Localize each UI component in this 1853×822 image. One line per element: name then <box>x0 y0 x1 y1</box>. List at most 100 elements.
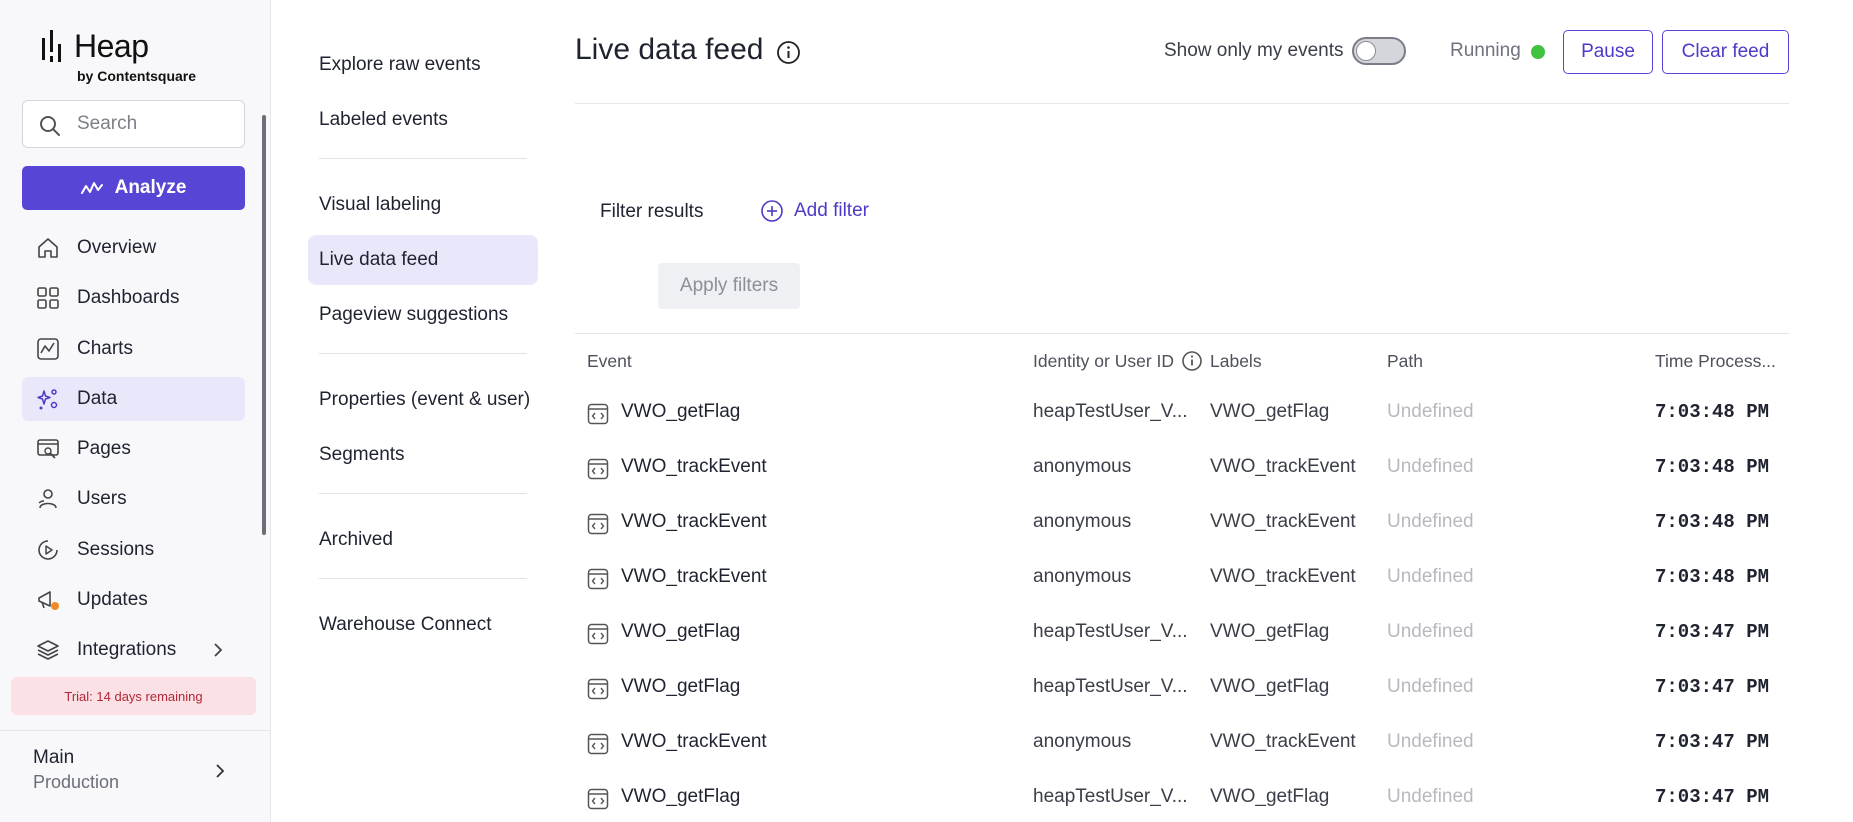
time-processed-value: 7:03:47 PM <box>1655 731 1770 753</box>
sidebar-item-label: Pages <box>77 438 131 460</box>
environment-switcher[interactable]: Main Production <box>0 730 270 822</box>
trial-text: Trial: 14 days remaining <box>64 688 203 704</box>
subnav-item-live-data-feed[interactable]: Live data feed <box>308 235 538 285</box>
plus-circle-icon <box>761 200 783 222</box>
pages-icon <box>37 439 59 459</box>
sidebar-item-integrations[interactable]: Integrations <box>22 628 245 672</box>
column-header-labels[interactable]: Labels <box>1210 351 1262 372</box>
sidebar-scrollbar[interactable] <box>262 115 266 535</box>
sidebar-item-label: Sessions <box>77 538 155 560</box>
column-header-event[interactable]: Event <box>587 351 632 372</box>
table-row[interactable]: VWO_trackEvent anonymous VWO_trackEvent Und… <box>575 496 1789 551</box>
users-icon <box>38 489 57 509</box>
search-box[interactable] <box>22 100 245 148</box>
clear-feed-button[interactable]: Clear feed <box>1662 30 1789 74</box>
column-header-time-processed[interactable]: Time Process... <box>1655 351 1776 372</box>
subnav-item-properties[interactable]: Properties (event & user) <box>308 375 538 425</box>
sidebar-item-pages[interactable]: Pages <box>22 427 245 471</box>
trial-banner[interactable]: Trial: 14 days remaining <box>11 677 256 715</box>
subnav-item-explore-raw-events[interactable]: Explore raw events <box>308 40 538 90</box>
add-filter-button[interactable]: Add filter <box>760 199 869 223</box>
event-name[interactable]: VWO_trackEvent <box>621 566 767 588</box>
search-input[interactable] <box>77 101 237 147</box>
label-value: VWO_trackEvent <box>1210 456 1356 477</box>
time-processed-value: 7:03:48 PM <box>1655 566 1770 588</box>
home-icon <box>38 238 58 258</box>
table-row[interactable]: VWO_trackEvent anonymous VWO_trackEvent Und… <box>575 441 1789 496</box>
column-header-path[interactable]: Path <box>1387 351 1423 372</box>
table-row[interactable]: VWO_getFlag heapTestUser_V... VWO_getFlag U… <box>575 661 1789 716</box>
event-name[interactable]: VWO_trackEvent <box>621 511 767 533</box>
subnav-item-archived[interactable]: Archived <box>308 515 538 565</box>
code-event-icon <box>587 458 609 480</box>
sidebar-item-sessions[interactable]: Sessions <box>22 528 245 572</box>
sidebar-item-overview[interactable]: Overview <box>22 226 245 270</box>
dashboard-icon <box>37 287 59 310</box>
sidebar-item-users[interactable]: Users <box>22 477 245 521</box>
event-name[interactable]: VWO_getFlag <box>621 786 740 808</box>
table-row[interactable]: VWO_getFlag heapTestUser_V... VWO_getFlag U… <box>575 771 1789 822</box>
time-processed-value: 7:03:48 PM <box>1655 401 1770 423</box>
subnav-item-visual-labeling[interactable]: Visual labeling <box>308 180 538 230</box>
show-only-my-events-label: Show only my events <box>1164 40 1344 61</box>
table-row[interactable]: VWO_trackEvent anonymous VWO_trackEvent Und… <box>575 716 1789 771</box>
header-divider <box>575 103 1789 104</box>
sidebar-item-label: Charts <box>77 337 133 359</box>
page-title: Live data feed <box>575 33 764 66</box>
code-event-icon <box>587 733 609 755</box>
path-value: Undefined <box>1387 456 1474 477</box>
show-only-my-events-toggle[interactable] <box>1352 37 1406 65</box>
time-processed-value: 7:03:48 PM <box>1655 511 1770 533</box>
path-value: Undefined <box>1387 621 1474 642</box>
time-processed-value: 7:03:47 PM <box>1655 676 1770 698</box>
data-subnav: Explore raw events Labeled events Visual… <box>308 40 538 655</box>
subnav-item-segments[interactable]: Segments <box>308 430 538 480</box>
analyze-button[interactable]: Analyze <box>22 166 245 210</box>
pause-button[interactable]: Pause <box>1563 30 1653 74</box>
code-event-icon <box>587 623 609 645</box>
subnav-divider <box>319 578 527 579</box>
table-row[interactable]: VWO_getFlag heapTestUser_V... VWO_getFlag U… <box>575 606 1789 661</box>
sidebar-item-label: Dashboards <box>77 287 180 309</box>
sidebar-item-dashboards[interactable]: Dashboards <box>22 276 245 320</box>
table-row[interactable]: VWO_getFlag heapTestUser_V... VWO_getFlag U… <box>575 386 1789 441</box>
chart-icon <box>37 337 59 360</box>
sidebar-item-data[interactable]: Data <box>22 376 245 421</box>
event-name[interactable]: VWO_getFlag <box>621 401 740 423</box>
label-value: VWO_getFlag <box>1210 401 1330 422</box>
label-value: VWO_getFlag <box>1210 621 1330 642</box>
event-name[interactable]: VWO_trackEvent <box>621 456 767 478</box>
path-value: Undefined <box>1387 401 1474 422</box>
sidebar-item-label: Updates <box>77 589 148 611</box>
info-icon[interactable] <box>776 40 801 65</box>
event-name[interactable]: VWO_trackEvent <box>621 731 767 753</box>
table-row[interactable]: VWO_trackEvent anonymous VWO_trackEvent Und… <box>575 551 1789 606</box>
subnav-item-warehouse-connect[interactable]: Warehouse Connect <box>308 600 538 650</box>
event-table-body: VWO_getFlag heapTestUser_V... VWO_getFlag U… <box>575 386 1789 822</box>
filter-results-label: Filter results <box>600 201 704 222</box>
code-event-icon <box>587 513 609 535</box>
identity-value: heapTestUser_V... <box>1033 786 1188 807</box>
sidebar-item-label: Overview <box>77 237 157 258</box>
subnav-item-pageview-suggestions[interactable]: Pageview suggestions <box>308 290 538 340</box>
info-icon[interactable] <box>1181 350 1203 372</box>
label-value: VWO_trackEvent <box>1210 511 1356 532</box>
apply-filters-button[interactable]: Apply filters <box>658 263 800 309</box>
event-name[interactable]: VWO_getFlag <box>621 676 740 698</box>
label-value: VWO_trackEvent <box>1210 566 1356 587</box>
heap-logo[interactable]: Heap by Contentsquare <box>42 26 222 88</box>
event-name[interactable]: VWO_getFlag <box>621 621 740 643</box>
toggle-knob <box>1356 41 1376 61</box>
label-value: VWO_getFlag <box>1210 676 1330 697</box>
sidebar-item-charts[interactable]: Charts <box>22 327 245 371</box>
sidebar-item-updates[interactable]: Updates <box>22 578 245 622</box>
identity-value: heapTestUser_V... <box>1033 401 1188 422</box>
heap-logo-icon <box>42 30 61 62</box>
identity-value: heapTestUser_V... <box>1033 621 1188 642</box>
label-value: VWO_trackEvent <box>1210 731 1356 752</box>
subnav-item-labeled-events[interactable]: Labeled events <box>308 95 538 145</box>
time-processed-value: 7:03:47 PM <box>1655 786 1770 808</box>
path-value: Undefined <box>1387 731 1474 752</box>
column-header-identity[interactable]: Identity or User ID <box>1033 351 1174 372</box>
chevron-right-icon <box>216 764 225 778</box>
